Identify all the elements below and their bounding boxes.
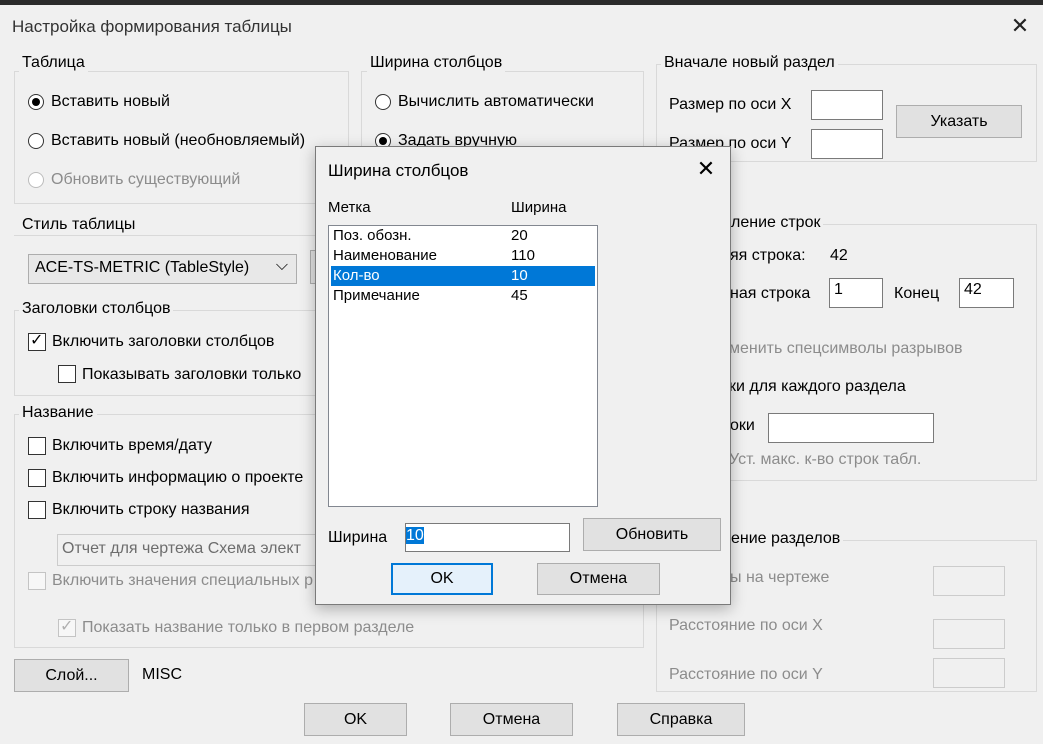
on-drawing-label: ы на чертеже xyxy=(730,569,830,586)
section-split-title: ение разделов xyxy=(728,530,844,548)
table-style-title: Стиль таблицы xyxy=(19,216,139,234)
end-row-label: Конец xyxy=(894,285,940,302)
check-icon: ✓ xyxy=(30,332,44,349)
update-existing-label: Обновить существующий xyxy=(51,171,241,188)
width-input-value: 10 xyxy=(406,527,424,544)
row-split-title: ление строк xyxy=(728,214,824,232)
width-input[interactable]: 10 xyxy=(405,523,570,552)
include-project-info-checkbox[interactable] xyxy=(28,469,46,487)
chevron-down-icon: ⌵ xyxy=(275,257,288,274)
label-column-header: Метка xyxy=(328,199,371,216)
size-x-input[interactable] xyxy=(811,90,883,120)
dialog-ok-button[interactable]: OK xyxy=(391,563,493,595)
list-item-selected[interactable]: Кол-во 10 xyxy=(331,266,595,286)
dist-y-input[interactable] xyxy=(933,658,1005,688)
include-headers-label: Включить заголовки столбцов xyxy=(52,333,275,350)
show-headers-first-label: Показывать заголовки только xyxy=(82,366,302,383)
last-row-label: яя строка: xyxy=(730,247,806,264)
list-item[interactable]: Наименование 110 xyxy=(331,246,595,266)
column-width-group-title: Ширина столбцов xyxy=(367,54,506,72)
show-title-first-label: Показать название только в первом раздел… xyxy=(82,619,415,636)
show-title-first-checkbox[interactable]: ✓ xyxy=(58,618,76,637)
replace-markers-label: менить спецсимволы разрывов xyxy=(729,340,963,357)
include-title-row-checkbox[interactable] xyxy=(28,501,46,519)
on-drawing-input[interactable] xyxy=(933,566,1005,596)
rows-label: оки xyxy=(730,417,755,434)
include-headers-checkbox[interactable]: ✓ xyxy=(28,332,46,351)
window-title: Настройка формирования таблицы xyxy=(12,17,292,36)
size-y-input[interactable] xyxy=(811,129,883,159)
table-group-title: Таблица xyxy=(19,54,88,72)
insert-new-static-radio[interactable] xyxy=(28,133,44,149)
auto-width-radio[interactable] xyxy=(375,94,391,110)
list-item[interactable]: Примечание 45 xyxy=(331,286,595,306)
last-row-value: 42 xyxy=(830,247,848,264)
name-group-title: Название xyxy=(19,404,97,422)
table-style-select[interactable]: ACE-TS-METRIC (TableStyle) ⌵ xyxy=(28,254,297,284)
auto-width-label: Вычислить автоматически xyxy=(398,93,594,110)
insert-new-label: Вставить новый xyxy=(51,93,170,110)
end-row-input[interactable]: 42 xyxy=(959,278,1014,308)
start-row-label: ная строка xyxy=(730,285,811,302)
insert-new-radio[interactable] xyxy=(28,94,44,110)
include-datetime-label: Включить время/дату xyxy=(52,437,213,454)
table-style-value: ACE-TS-METRIC (TableStyle) xyxy=(35,259,250,276)
headers-each-section-label: ки для каждого раздела xyxy=(729,378,906,395)
close-icon[interactable]: ✕ xyxy=(1010,14,1030,38)
show-headers-first-checkbox[interactable] xyxy=(58,365,76,383)
new-section-title: Вначале новый раздел xyxy=(661,54,838,72)
include-title-row-label: Включить строку названия xyxy=(52,501,250,518)
include-special-label: Включить значения специальных р xyxy=(52,572,313,589)
column-width-dialog: Ширина столбцов ✕ Метка Ширина Поз. обоз… xyxy=(315,146,731,605)
include-project-info-label: Включить информацию о проекте xyxy=(52,469,304,486)
dialog-title: Ширина столбцов xyxy=(328,161,469,180)
insert-new-static-label: Вставить новый (необновляемый) xyxy=(51,132,306,149)
column-listbox[interactable]: Поз. обозн. 20 Наименование 110 Кол-во 1… xyxy=(328,225,598,507)
list-item[interactable]: Поз. обозн. 20 xyxy=(331,226,595,246)
cancel-button[interactable]: Отмена xyxy=(450,703,573,736)
column-headers-title: Заголовки столбцов xyxy=(19,300,174,318)
dialog-close-icon[interactable]: ✕ xyxy=(695,157,717,181)
check-icon: ✓ xyxy=(60,618,74,635)
rows-input[interactable] xyxy=(768,413,934,443)
dist-x-label: Расстояние по оси X xyxy=(669,617,823,634)
start-row-input[interactable]: 1 xyxy=(829,278,883,308)
include-special-checkbox[interactable] xyxy=(28,572,46,590)
width-label: Ширина xyxy=(328,529,388,546)
window-top-border xyxy=(0,0,1043,5)
width-column-header: Ширина xyxy=(511,199,567,216)
help-button[interactable]: Справка xyxy=(617,703,745,736)
ok-button[interactable]: OK xyxy=(304,703,407,736)
size-x-label: Размер по оси X xyxy=(669,96,792,113)
max-rows-hint: Уст. макс. к-во строк табл. xyxy=(729,451,922,468)
layer-button[interactable]: Слой... xyxy=(14,659,129,692)
dist-y-label: Расстояние по оси Y xyxy=(669,666,823,683)
title-row-input[interactable]: Отчет для чертежа Схема элект xyxy=(57,534,317,566)
layer-value: MISC xyxy=(142,666,182,683)
include-datetime-checkbox[interactable] xyxy=(28,437,46,455)
dialog-cancel-button[interactable]: Отмена xyxy=(537,563,660,595)
update-existing-radio[interactable] xyxy=(28,172,44,188)
dist-x-input[interactable] xyxy=(933,619,1005,649)
update-button[interactable]: Обновить xyxy=(583,518,721,551)
specify-button[interactable]: Указать xyxy=(896,105,1022,138)
